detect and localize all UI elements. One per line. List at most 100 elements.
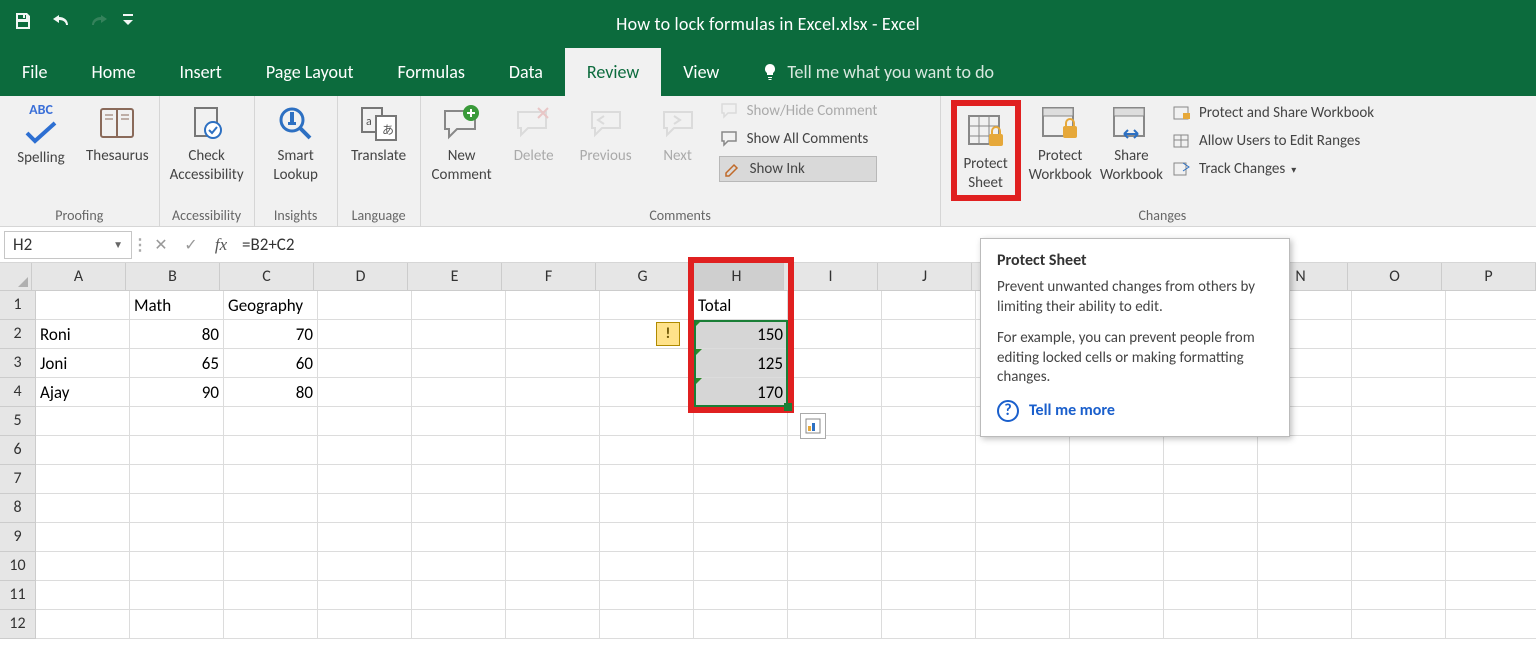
- tab-view[interactable]: View: [661, 48, 741, 96]
- cell-P1[interactable]: [1446, 291, 1536, 320]
- cell-J8[interactable]: [882, 494, 976, 523]
- cell-P12[interactable]: [1446, 610, 1536, 639]
- cell-H11[interactable]: [694, 581, 788, 610]
- cell-O7[interactable]: [1352, 465, 1446, 494]
- cell-H8[interactable]: [694, 494, 788, 523]
- cell-G10[interactable]: [600, 552, 694, 581]
- cell-G12[interactable]: [600, 610, 694, 639]
- cell-D9[interactable]: [318, 523, 412, 552]
- cell-B7[interactable]: [130, 465, 224, 494]
- cell-C11[interactable]: [224, 581, 318, 610]
- row-header-4[interactable]: 4: [0, 378, 36, 407]
- cell-I4[interactable]: [788, 378, 882, 407]
- cell-B8[interactable]: [130, 494, 224, 523]
- cell-P2[interactable]: [1446, 320, 1536, 349]
- cell-K11[interactable]: [976, 581, 1070, 610]
- cell-J3[interactable]: [882, 349, 976, 378]
- cell-F12[interactable]: [506, 610, 600, 639]
- cell-M6[interactable]: [1164, 436, 1258, 465]
- cell-N12[interactable]: [1258, 610, 1352, 639]
- row-header-2[interactable]: 2: [0, 320, 36, 349]
- cell-C6[interactable]: [224, 436, 318, 465]
- cell-K6[interactable]: [976, 436, 1070, 465]
- delete-comment-button[interactable]: Delete: [503, 100, 565, 165]
- cell-B1[interactable]: Math: [130, 291, 224, 320]
- cell-B11[interactable]: [130, 581, 224, 610]
- cell-O10[interactable]: [1352, 552, 1446, 581]
- new-comment-button[interactable]: New Comment: [431, 100, 493, 185]
- show-hide-comment-button[interactable]: Show/Hide Comment: [719, 100, 878, 122]
- tab-formulas[interactable]: Formulas: [376, 48, 487, 96]
- cell-N10[interactable]: [1258, 552, 1352, 581]
- tab-data[interactable]: Data: [487, 48, 565, 96]
- cell-A10[interactable]: [36, 552, 130, 581]
- row-header-10[interactable]: 10: [0, 552, 36, 581]
- cell-L7[interactable]: [1070, 465, 1164, 494]
- cell-G7[interactable]: [600, 465, 694, 494]
- column-header-E[interactable]: E: [408, 263, 502, 291]
- cell-C4[interactable]: 80: [224, 378, 318, 407]
- thesaurus-button[interactable]: Thesaurus: [86, 100, 149, 165]
- tell-me-search[interactable]: Tell me what you want to do: [741, 48, 994, 96]
- insert-function-button[interactable]: fx: [206, 235, 236, 255]
- cell-I12[interactable]: [788, 610, 882, 639]
- cell-J4[interactable]: [882, 378, 976, 407]
- cancel-icon[interactable]: ✕: [146, 235, 176, 255]
- cell-B10[interactable]: [130, 552, 224, 581]
- cell-H1[interactable]: Total: [694, 291, 788, 320]
- cell-D12[interactable]: [318, 610, 412, 639]
- cell-H6[interactable]: [694, 436, 788, 465]
- show-ink-button[interactable]: Show Ink: [719, 156, 878, 182]
- cell-C1[interactable]: Geography: [224, 291, 318, 320]
- cell-E9[interactable]: [412, 523, 506, 552]
- enter-icon[interactable]: ✓: [176, 235, 206, 255]
- cell-P9[interactable]: [1446, 523, 1536, 552]
- name-box[interactable]: H2 ▼: [4, 231, 132, 259]
- cell-G4[interactable]: [600, 378, 694, 407]
- cell-E6[interactable]: [412, 436, 506, 465]
- cell-D6[interactable]: [318, 436, 412, 465]
- cell-I10[interactable]: [788, 552, 882, 581]
- cell-A3[interactable]: Joni: [36, 349, 130, 378]
- cell-H2[interactable]: 150: [694, 320, 788, 349]
- cell-G3[interactable]: [600, 349, 694, 378]
- column-header-B[interactable]: B: [126, 263, 220, 291]
- tab-page-layout[interactable]: Page Layout: [244, 48, 376, 96]
- cell-P7[interactable]: [1446, 465, 1536, 494]
- cell-M8[interactable]: [1164, 494, 1258, 523]
- cell-N8[interactable]: [1258, 494, 1352, 523]
- cell-F6[interactable]: [506, 436, 600, 465]
- cell-L11[interactable]: [1070, 581, 1164, 610]
- track-changes-button[interactable]: Track Changes ▾: [1171, 158, 1374, 180]
- allow-edit-ranges-button[interactable]: Allow Users to Edit Ranges: [1171, 130, 1374, 152]
- cell-B9[interactable]: [130, 523, 224, 552]
- expand-bar-icon[interactable]: ⋮: [132, 235, 146, 255]
- cell-H9[interactable]: [694, 523, 788, 552]
- cell-H7[interactable]: [694, 465, 788, 494]
- cell-C2[interactable]: 70: [224, 320, 318, 349]
- cell-J6[interactable]: [882, 436, 976, 465]
- column-header-A[interactable]: A: [32, 263, 126, 291]
- cell-J1[interactable]: [882, 291, 976, 320]
- cell-O11[interactable]: [1352, 581, 1446, 610]
- row-header-12[interactable]: 12: [0, 610, 36, 639]
- cell-C12[interactable]: [224, 610, 318, 639]
- tell-me-more-link[interactable]: ? Tell me more: [997, 400, 1273, 422]
- column-header-J[interactable]: J: [878, 263, 972, 291]
- cell-H4[interactable]: 170: [694, 378, 788, 407]
- cell-M11[interactable]: [1164, 581, 1258, 610]
- column-header-P[interactable]: P: [1442, 263, 1536, 291]
- cell-P6[interactable]: [1446, 436, 1536, 465]
- cell-I2[interactable]: [788, 320, 882, 349]
- cell-B5[interactable]: [130, 407, 224, 436]
- cell-O12[interactable]: [1352, 610, 1446, 639]
- cell-O4[interactable]: [1352, 378, 1446, 407]
- cell-N6[interactable]: [1258, 436, 1352, 465]
- tab-file[interactable]: File: [0, 48, 70, 96]
- cell-G11[interactable]: [600, 581, 694, 610]
- cell-E7[interactable]: [412, 465, 506, 494]
- cell-F1[interactable]: [506, 291, 600, 320]
- cell-F5[interactable]: [506, 407, 600, 436]
- cell-O2[interactable]: [1352, 320, 1446, 349]
- cell-A12[interactable]: [36, 610, 130, 639]
